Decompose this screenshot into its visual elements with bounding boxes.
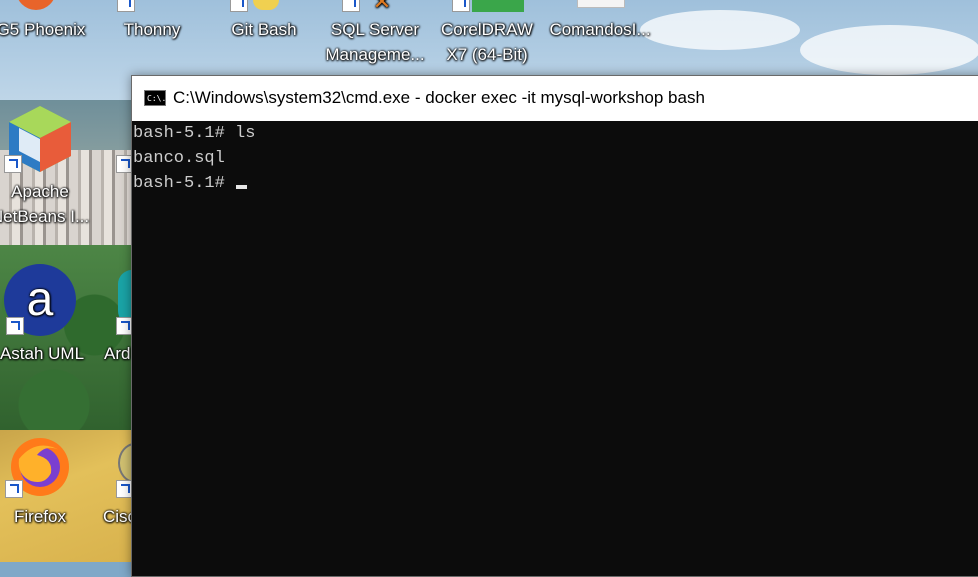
desktop-icon-arduino[interactable]: Ard [98, 262, 131, 372]
desktop-icon-thonny[interactable]: Thonny [97, 0, 207, 50]
cmd-window[interactable]: C:\. C:\Windows\system32\cmd.exe - docke… [131, 75, 978, 577]
icon-label-line2: Manageme... [325, 45, 425, 64]
desktop-icon-git-bash[interactable]: Git Bash [209, 0, 319, 50]
coreldraw-icon [472, 0, 524, 12]
icon-label-line2: X7 (64-Bit) [446, 45, 528, 64]
console-line: bash-5.1# ls [133, 124, 256, 143]
console-prompt: bash-5.1# [133, 174, 236, 193]
icon-label: Thonny [123, 20, 181, 39]
sql-server-management-icon: ✕ [372, 0, 392, 14]
console-prompt-line: bash-5.1# [133, 171, 248, 196]
git-bash-icon [253, 0, 279, 10]
desktop-icon-cisco[interactable]: Cisc [98, 425, 131, 535]
icon-label: Astah UML [0, 344, 85, 363]
icon-label: Firefox [14, 507, 66, 526]
desktop-icon-sql-server[interactable]: ✕ SQL Server Manageme... [320, 0, 430, 70]
text-cursor [236, 185, 248, 189]
icon-label-line1: SQL Server [330, 20, 420, 39]
shortcut-arrow-icon [116, 317, 131, 335]
shortcut-arrow-icon [4, 155, 22, 173]
icon-label: ComandosI... [549, 20, 651, 39]
desktop-icon-astah-uml[interactable]: a Astah UML [0, 262, 97, 372]
window-titlebar[interactable]: C:\. C:\Windows\system32\cmd.exe - docke… [132, 76, 978, 121]
shortcut-arrow-icon [230, 0, 248, 12]
wallpaper-cloud [640, 10, 800, 50]
desktop-icon-netbeans[interactable]: Apache NetBeans I... [0, 100, 95, 230]
icon-label-line1: CorelDRAW [441, 20, 533, 39]
desktop-icon-coreldraw[interactable]: CorelDRAW X7 (64-Bit) [432, 0, 542, 70]
shortcut-arrow-icon [342, 0, 360, 12]
icon-label: Ard [104, 344, 131, 363]
desktop-icon-g5-phoenix[interactable]: G5 Phoenix [0, 0, 96, 50]
console-area[interactable]: bash-5.1# ls banco.sql bash-5.1# [132, 121, 978, 576]
shortcut-arrow-icon [5, 480, 23, 498]
shortcut-arrow-icon [452, 0, 470, 12]
cisco-icon [118, 443, 131, 483]
shortcut-arrow-icon [116, 480, 131, 498]
icon-label-line1: Apache [11, 182, 69, 201]
icon-label: Cisc [103, 507, 131, 526]
icon-label: Git Bash [231, 20, 297, 39]
desktop-icon-firefox[interactable]: Firefox [0, 425, 95, 535]
document-file-icon [577, 0, 625, 8]
phoenix-app-icon [16, 0, 56, 10]
shortcut-arrow-icon [6, 317, 24, 335]
window-title: C:\Windows\system32\cmd.exe - docker exe… [173, 88, 705, 107]
shortcut-arrow-icon [117, 0, 135, 12]
cmd-icon: C:\. [144, 90, 166, 106]
wallpaper-cloud [800, 25, 978, 75]
desktop-icon-comandos[interactable]: ComandosI... [545, 0, 655, 50]
icon-label: G5 Phoenix [0, 20, 86, 39]
icon-label-line2: NetBeans I... [0, 207, 90, 226]
console-line: banco.sql [133, 149, 225, 168]
